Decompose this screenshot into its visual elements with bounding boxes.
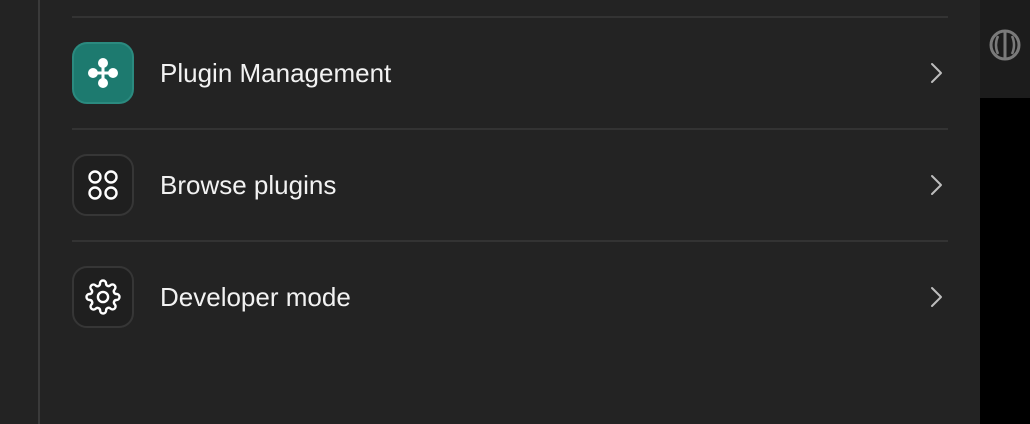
side-panel-header [980,0,1030,98]
brain-icon[interactable] [988,28,1022,62]
settings-item-label: Plugin Management [160,58,392,88]
settings-panel: Plugin Management Browse plugins Develop… [40,0,980,424]
settings-item-label: Browse plugins [160,170,337,200]
left-gutter [0,0,38,424]
settings-item-developer-mode[interactable]: Developer mode [72,242,948,352]
chevron-right-icon [931,175,942,195]
right-side-panel [980,0,1030,424]
chevron-right-icon [931,63,942,83]
settings-item-label: Developer mode [160,282,351,312]
settings-item-plugin-management[interactable]: Plugin Management [72,18,948,128]
chevron-right-icon [931,287,942,307]
settings-item-browse-plugins[interactable]: Browse plugins [72,130,948,240]
grid-circles-icon [72,154,134,216]
gear-icon [72,266,134,328]
plugin-management-icon [72,42,134,104]
